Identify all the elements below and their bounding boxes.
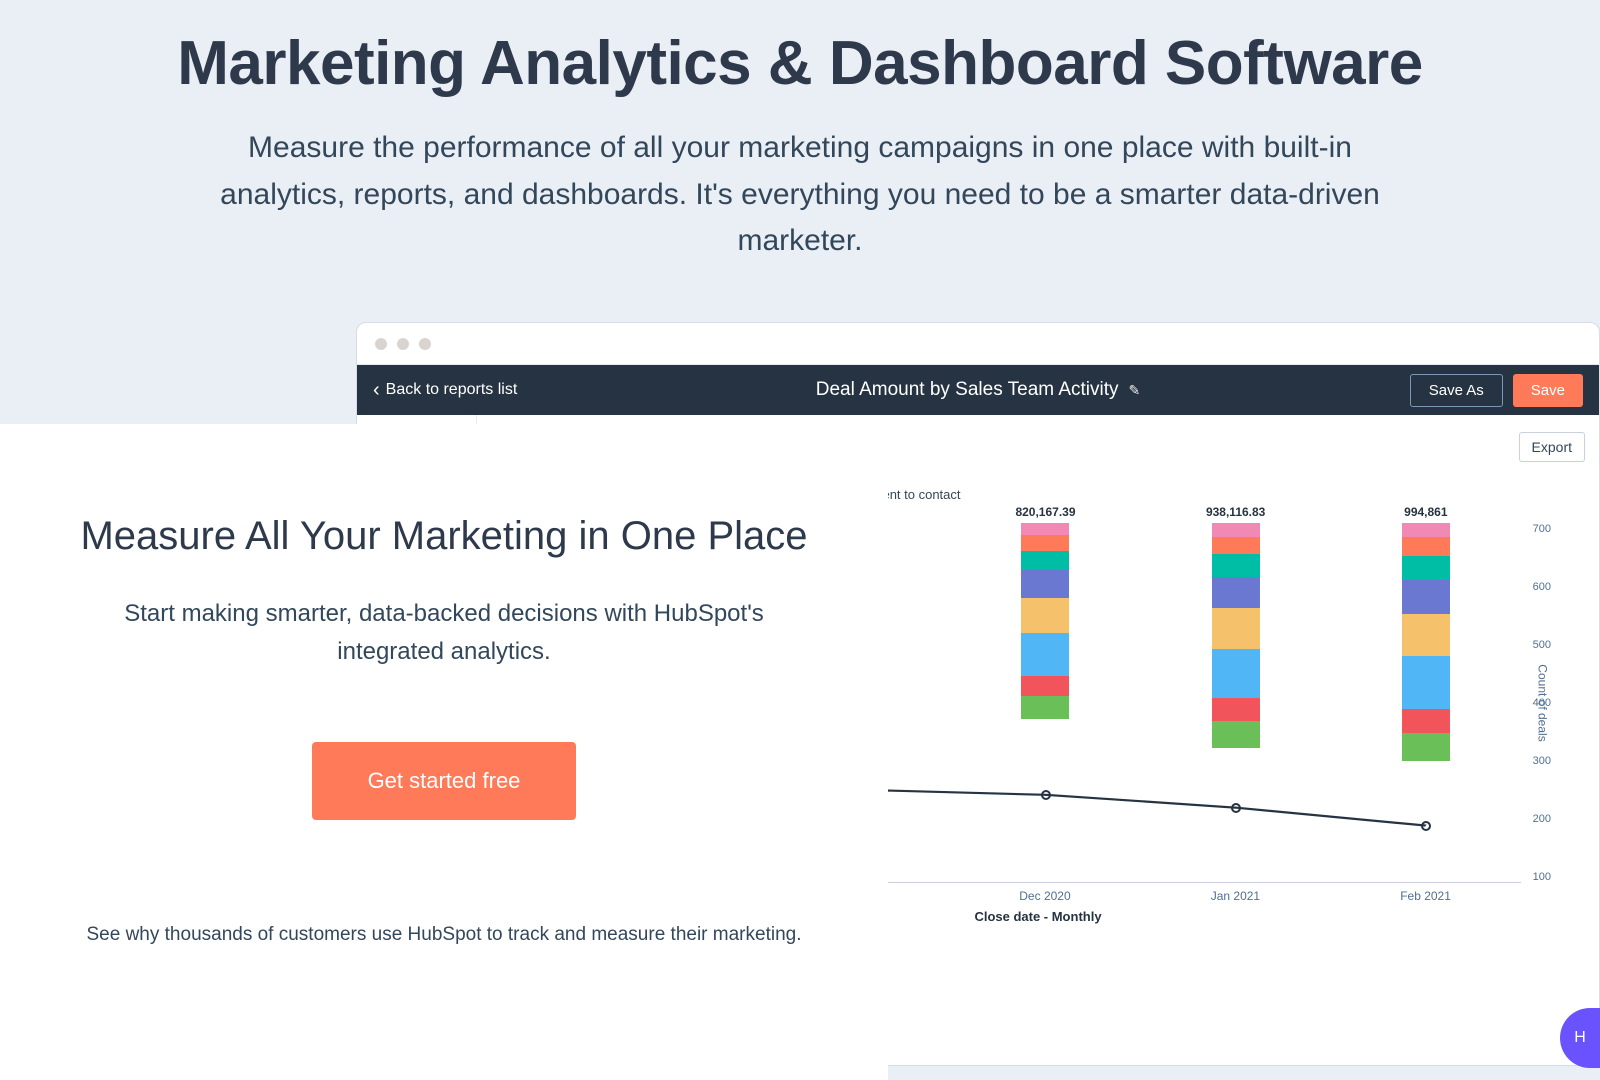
report-title: Deal Amount by Sales Team Activity ✎ bbox=[816, 379, 1140, 401]
bar-value-label: 994,861 bbox=[1356, 505, 1496, 519]
export-button[interactable]: Export bbox=[1519, 432, 1585, 462]
save-as-button[interactable]: Save As bbox=[1410, 374, 1503, 407]
cta-heading: Measure All Your Marketing in One Place bbox=[80, 514, 808, 559]
bar-value-label: 820,167.39 bbox=[975, 505, 1115, 519]
bar-column: 938,116.83 bbox=[1212, 523, 1260, 748]
app-header: ‹ Back to reports list Deal Amount by Sa… bbox=[357, 365, 1599, 415]
traffic-light-icon bbox=[419, 338, 431, 350]
get-started-button[interactable]: Get started free bbox=[312, 742, 577, 820]
line-point bbox=[1231, 803, 1241, 813]
traffic-light-icon bbox=[397, 338, 409, 350]
header-actions: Save As Save bbox=[1410, 374, 1583, 407]
save-button[interactable]: Save bbox=[1513, 374, 1583, 407]
back-link[interactable]: ‹ Back to reports list bbox=[373, 379, 517, 402]
window-titlebar bbox=[357, 323, 1599, 365]
y-ticks-right: 700600500400300200100 bbox=[1533, 523, 1551, 883]
bar-column: 820,167.39 bbox=[1021, 523, 1069, 719]
page-subtitle: Measure the performance of all your mark… bbox=[220, 125, 1380, 265]
bar-column: 994,861 bbox=[1402, 523, 1450, 761]
traffic-light-icon bbox=[375, 338, 387, 350]
back-link-label: Back to reports list bbox=[386, 381, 518, 399]
page-title: Marketing Analytics & Dashboard Software bbox=[0, 0, 1600, 99]
line-point bbox=[1421, 821, 1431, 831]
cta-card: Measure All Your Marketing in One Place … bbox=[0, 424, 888, 1080]
bar-value-label: 938,116.83 bbox=[1166, 505, 1306, 519]
chevron-left-icon: ‹ bbox=[373, 379, 380, 402]
report-title-text: Deal Amount by Sales Team Activity bbox=[816, 379, 1119, 401]
line-point bbox=[1041, 790, 1051, 800]
cta-subtext: Start making smarter, data-backed decisi… bbox=[80, 595, 808, 672]
edit-icon[interactable]: ✎ bbox=[1129, 382, 1141, 399]
cta-why-text: See why thousands of customers use HubSp… bbox=[80, 920, 808, 950]
